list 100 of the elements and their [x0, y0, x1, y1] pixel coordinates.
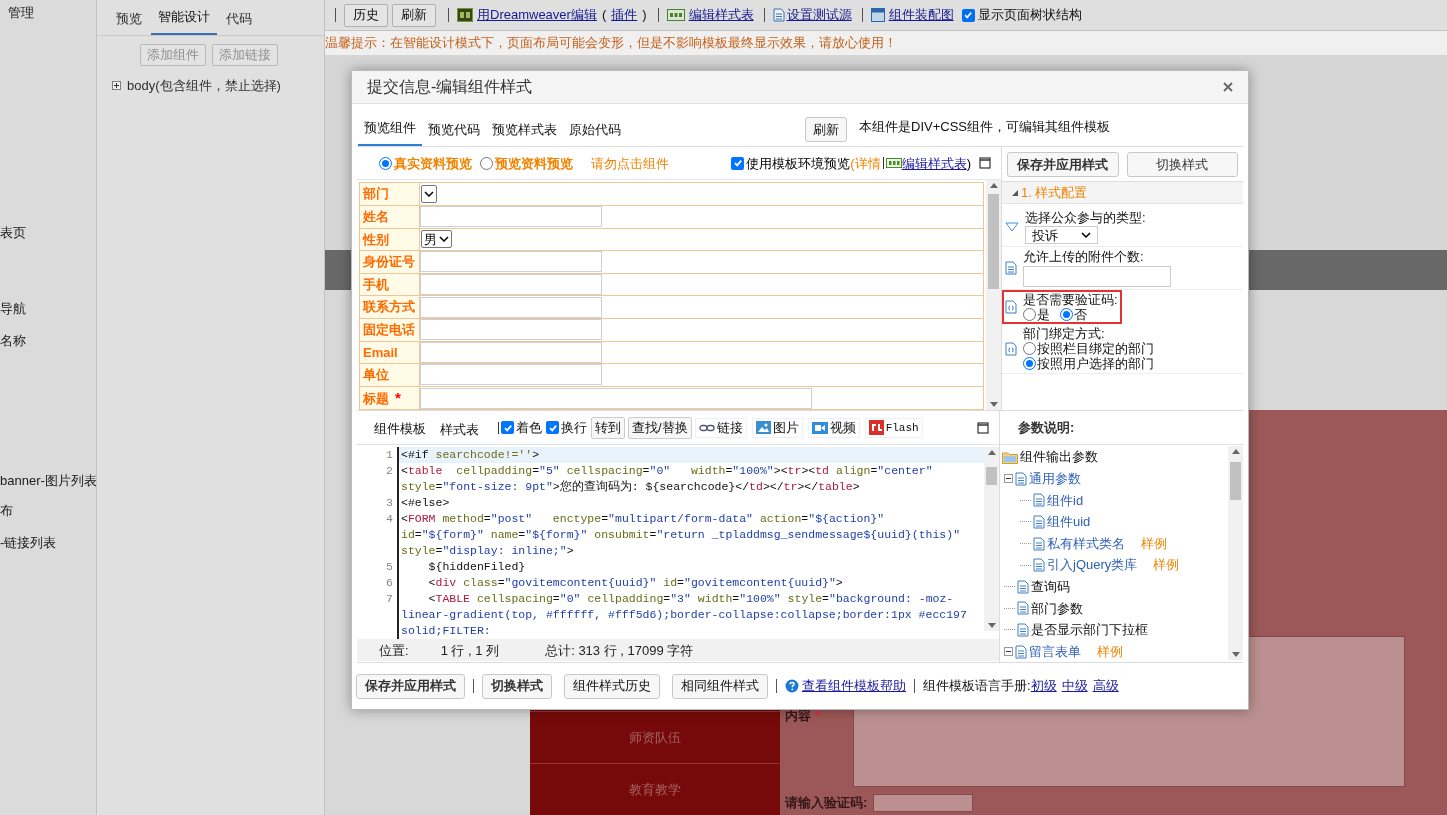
radio-option[interactable]: 否	[1060, 307, 1087, 323]
expanded-triangle-icon[interactable]	[1012, 189, 1018, 196]
text-field[interactable]	[420, 319, 602, 341]
scroll-down-icon[interactable]	[1231, 652, 1240, 659]
side-button[interactable]: 切换样式	[1126, 151, 1238, 177]
scroll-up-icon[interactable]	[1231, 448, 1240, 455]
checkbox[interactable]	[731, 156, 745, 170]
tab[interactable]: 原始代码	[563, 119, 627, 147]
expand-icon[interactable]	[112, 81, 121, 91]
tree-item[interactable]: body(包含组件，禁止选择)	[127, 76, 281, 96]
toolbar-button[interactable]: 历史	[344, 3, 388, 27]
scrollbar[interactable]	[1228, 446, 1243, 661]
text-field[interactable]	[420, 206, 602, 228]
chevron-down-icon[interactable]	[424, 191, 434, 198]
chevron-down-icon[interactable]	[439, 236, 449, 243]
radio[interactable]	[1023, 342, 1036, 356]
text-field[interactable]	[420, 274, 602, 296]
insert-button[interactable]: 图片	[751, 417, 803, 438]
side-button[interactable]: 保存并应用样式	[1007, 151, 1119, 177]
refresh-button[interactable]: 刷新	[805, 117, 847, 143]
scrollbar[interactable]	[986, 180, 1001, 411]
tab[interactable]: 代码	[219, 8, 259, 35]
collapse-icon[interactable]	[1004, 474, 1013, 484]
dropdown[interactable]: 男	[421, 230, 452, 249]
maximize-icon[interactable]	[979, 157, 991, 170]
checkbox[interactable]	[546, 421, 559, 435]
tab[interactable]: 预览	[109, 8, 149, 35]
scroll-up-icon[interactable]	[987, 449, 996, 456]
scrollbar-thumb[interactable]	[1230, 462, 1241, 501]
tree-item[interactable]: 组件id	[1047, 490, 1084, 511]
menu-item[interactable]: 布	[0, 501, 96, 521]
menu-item[interactable]: 名称	[0, 331, 96, 351]
text-field[interactable]	[420, 364, 602, 386]
collapse-icon[interactable]	[1004, 647, 1013, 656]
insert-button[interactable]: 链接	[694, 417, 747, 438]
manual-link[interactable]: 中级	[1061, 676, 1088, 696]
maximize-icon[interactable]	[977, 421, 989, 434]
toggle-checkbox[interactable]: 换行	[546, 418, 587, 438]
help-link[interactable]: 查看组件模板帮助	[802, 676, 906, 696]
scrollbar[interactable]	[984, 447, 999, 632]
scrollbar-thumb[interactable]	[988, 194, 999, 290]
toggle-checkbox[interactable]: 着色	[501, 418, 542, 438]
toolbar-link[interactable]: 设置测试源	[786, 5, 852, 25]
tree-structure-checkbox[interactable]: 显示页面树状结构	[961, 5, 1082, 25]
tree-item[interactable]: 组件uid	[1047, 512, 1091, 532]
close-icon[interactable]	[1223, 81, 1233, 92]
editor-button[interactable]: 查找/替换	[628, 416, 692, 439]
manual-link[interactable]: 高级	[1092, 676, 1119, 696]
toolbar-link[interactable]: 编辑样式表	[688, 5, 754, 25]
chevron-down-icon[interactable]	[1081, 232, 1091, 239]
menu-item[interactable]: 导航	[0, 299, 96, 319]
tab[interactable]: 预览代码	[422, 119, 486, 147]
radio-option[interactable]: 按照用户选择的部门	[1023, 356, 1154, 372]
action-button[interactable]: 保存并应用样式	[356, 673, 465, 699]
tab[interactable]: 预览组件	[358, 117, 422, 147]
radio[interactable]	[480, 156, 493, 170]
scroll-down-icon[interactable]	[987, 623, 996, 630]
dropdown[interactable]	[421, 185, 437, 204]
tree-item[interactable]: 部门参数	[1031, 598, 1083, 619]
text-field[interactable]	[420, 387, 812, 409]
radio[interactable]	[1023, 357, 1036, 371]
tab[interactable]: 智能设计	[151, 6, 217, 35]
text-field[interactable]	[420, 341, 602, 363]
radio-option[interactable]: 按照栏目绑定的部门	[1023, 341, 1154, 357]
tree-item[interactable]: 组件输出参数	[1020, 447, 1098, 467]
captcha-field[interactable]	[873, 793, 974, 812]
checkbox[interactable]	[961, 8, 975, 22]
editor-button[interactable]: 转到	[591, 416, 625, 439]
toolbar-button[interactable]: 刷新	[392, 3, 436, 27]
text-field[interactable]	[420, 251, 602, 273]
manual-link[interactable]: 初级	[1030, 676, 1057, 696]
tree-item[interactable]: 私有样式类名	[1047, 533, 1125, 554]
insert-button[interactable]: Flash	[864, 417, 923, 438]
type-dropdown[interactable]: 投诉	[1025, 226, 1098, 245]
action-button[interactable]: 组件样式历史	[564, 673, 660, 699]
tree-item[interactable]: 留言表单	[1029, 641, 1081, 662]
editor-tab[interactable]: 样式表	[433, 412, 486, 447]
radio-option[interactable]: 是	[1023, 307, 1050, 323]
insert-button[interactable]: 视频	[807, 417, 860, 438]
action-button[interactable]: 相同组件样式	[672, 673, 768, 699]
scrollbar-thumb[interactable]	[986, 467, 997, 486]
menu-item[interactable]: banner-图片列表	[0, 471, 96, 491]
menu-item[interactable]: 管理	[0, 3, 96, 23]
menu-item[interactable]: 表页	[0, 223, 96, 243]
count-field[interactable]	[1023, 266, 1171, 288]
tree-item[interactable]: 通用参数	[1029, 469, 1081, 489]
toolbar-link[interactable]: 组件装配图	[888, 5, 954, 25]
radio[interactable]	[1060, 308, 1073, 322]
radio[interactable]	[1023, 308, 1036, 322]
radio[interactable]	[379, 156, 392, 170]
menu-item[interactable]: -链接列表	[0, 533, 96, 553]
stylesheet-link[interactable]: 编辑样式表	[901, 153, 967, 174]
checkbox[interactable]	[501, 421, 514, 435]
text-field[interactable]	[420, 296, 602, 318]
tree-item[interactable]: 引入jQuery类库	[1047, 555, 1138, 575]
tab[interactable]: 预览样式表	[486, 119, 563, 147]
tree-item[interactable]: 查询码	[1031, 577, 1070, 597]
toolbar-link[interactable]: 插件	[611, 5, 638, 25]
tree-item[interactable]: 是否显示部门下拉框	[1031, 620, 1148, 640]
toolbar-link[interactable]: 用Dreamweaver编辑	[477, 5, 597, 25]
